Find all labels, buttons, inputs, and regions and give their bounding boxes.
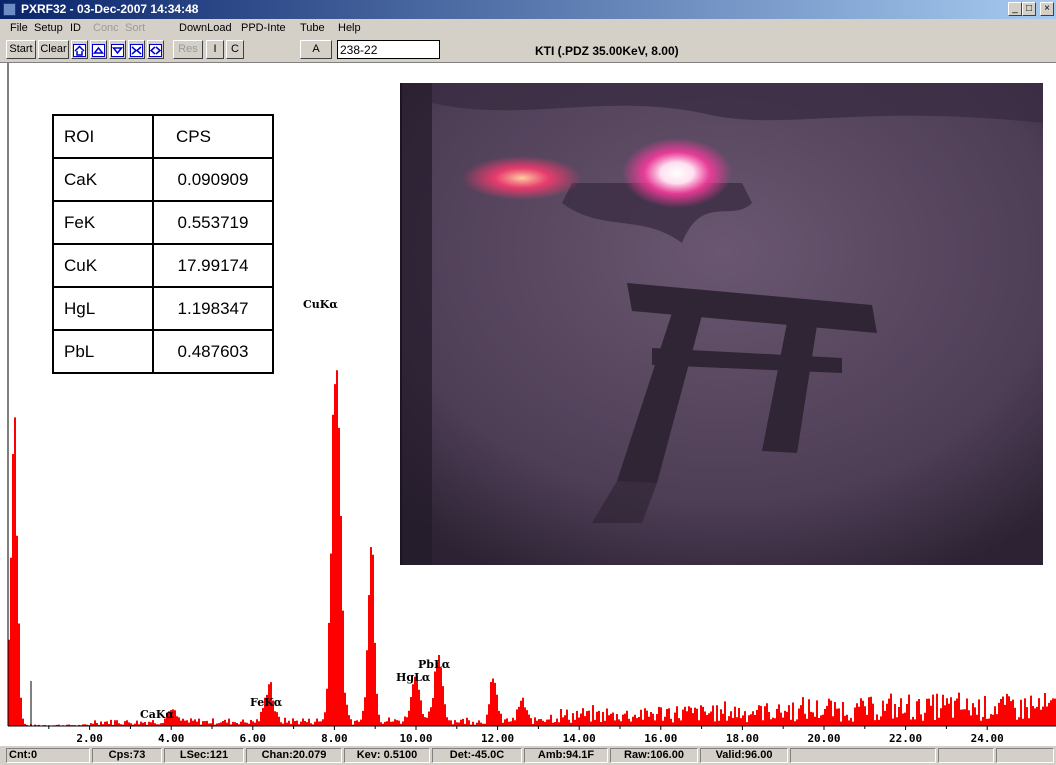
start-button[interactable]: Start (6, 40, 36, 59)
arrow-down-icon[interactable] (109, 40, 126, 59)
status-cps: Cps:73 (92, 748, 162, 763)
table-header: ROI CPS (52, 114, 274, 159)
x-tick-label: 22.00 (889, 732, 922, 745)
expand-icon[interactable] (147, 40, 164, 59)
window-title: PXRF32 - 03-Dec-2007 14:34:48 (21, 2, 199, 16)
x-tick-label: 18.00 (726, 732, 759, 745)
status-panel-empty (996, 748, 1054, 763)
c-button[interactable]: C (226, 40, 244, 59)
camera-image (400, 83, 1043, 565)
x-tick-label: 24.00 (971, 732, 1004, 745)
table-row: CuK 17.99174 (52, 243, 274, 288)
header-roi: ROI (52, 114, 154, 159)
status-valid: Valid:96.00 (700, 748, 788, 763)
roi-name: PbL (52, 329, 154, 374)
status-cnt: Cnt:0 (6, 748, 90, 763)
spectrum-plot[interactable]: 2.00 4.00 6.00 8.00 10.00 12.00 14.00 16.00 18.0… (0, 63, 1056, 745)
maximize-button[interactable]: □ (1022, 2, 1036, 16)
menu-ppd-inte[interactable]: PPD-Inte (241, 22, 286, 34)
status-chan: Chan:20.079 (246, 748, 342, 763)
x-tick-label: 4.00 (158, 732, 185, 745)
x-tick-label: 14.00 (563, 732, 596, 745)
peak-label-hg: HgLα (396, 671, 431, 684)
roi-name: HgL (52, 286, 154, 331)
roi-name: CaK (52, 157, 154, 202)
sample-id-input[interactable] (337, 40, 440, 59)
x-tick-label: 6.00 (240, 732, 267, 745)
status-panel-empty (938, 748, 994, 763)
header-cps: CPS (152, 114, 274, 159)
clear-button[interactable]: Clear (38, 40, 69, 59)
menu-tube[interactable]: Tube (300, 22, 325, 34)
roi-cps: 0.487603 (152, 329, 274, 374)
menu-id[interactable]: ID (70, 22, 81, 34)
roi-table: ROI CPS CaK 0.090909 FeK 0.553719 CuK 17.99… (52, 114, 274, 374)
source-status: KTI (.PDZ 35.00KeV, 8.00) (535, 44, 679, 58)
res-button: Res (173, 40, 203, 59)
roi-cps: 0.553719 (152, 200, 274, 245)
x-tick-label: 20.00 (807, 732, 840, 745)
menu-file[interactable]: File (10, 22, 28, 34)
x-tick-label: 2.00 (76, 732, 103, 745)
menu-download[interactable]: DownLoad (179, 22, 232, 34)
roi-cps: 17.99174 (152, 243, 274, 288)
menu-bar: File Setup ID Conc Sort DownLoad PPD-Int… (0, 19, 1056, 38)
roi-name: FeK (52, 200, 154, 245)
menu-sort: Sort (125, 22, 146, 34)
i-button[interactable]: I (206, 40, 224, 59)
toolbar: Start Clear Res I C A KTI (.PDZ 35.00KeV… (0, 38, 1056, 63)
close-button[interactable]: × (1040, 2, 1054, 16)
x-tick-label: 10.00 (399, 732, 432, 745)
collapse-icon[interactable] (128, 40, 145, 59)
table-row: PbL 0.487603 (52, 329, 274, 374)
status-panel-empty (790, 748, 936, 763)
peak-label-pb: PbLα (418, 658, 451, 671)
minimize-button[interactable]: _ (1008, 2, 1022, 16)
status-kev: Kev: 0.5100 (344, 748, 430, 763)
title-bar: PXRF32 - 03-Dec-2007 14:34:48 _ □ × (0, 0, 1056, 19)
status-lsec: LSec:121 (164, 748, 244, 763)
x-tick-label: 8.00 (321, 732, 348, 745)
roi-cps: 1.198347 (152, 286, 274, 331)
menu-conc: Conc (93, 22, 119, 34)
status-bar: Cnt:0 Cps:73 LSec:121 Chan:20.079 Kev: 0… (0, 745, 1056, 765)
peak-label-ca: CaKα (140, 708, 174, 721)
camera-photo (402, 83, 1043, 565)
table-row: FeK 0.553719 (52, 200, 274, 245)
app-icon[interactable] (3, 3, 16, 16)
roi-cps: 0.090909 (152, 157, 274, 202)
peak-label-fe: FeKα (250, 696, 283, 709)
x-tick-label: 16.00 (644, 732, 677, 745)
status-amb: Amb:94.1F (524, 748, 608, 763)
table-row: HgL 1.198347 (52, 286, 274, 331)
table-row: CaK 0.090909 (52, 157, 274, 202)
menu-setup[interactable]: Setup (34, 22, 63, 34)
home-icon[interactable] (71, 40, 88, 59)
x-axis-ticks: 2.00 4.00 6.00 8.00 10.00 12.00 14.00 16.00 18.0… (48, 726, 1004, 745)
roi-name: CuK (52, 243, 154, 288)
a-button[interactable]: A (300, 40, 332, 59)
x-tick-label: 12.00 (481, 732, 514, 745)
peak-label-cu: CuKα (303, 298, 338, 311)
status-det: Det:-45.0C (432, 748, 522, 763)
menu-help[interactable]: Help (338, 22, 361, 34)
arrow-up-icon[interactable] (90, 40, 107, 59)
status-raw: Raw:106.00 (610, 748, 698, 763)
